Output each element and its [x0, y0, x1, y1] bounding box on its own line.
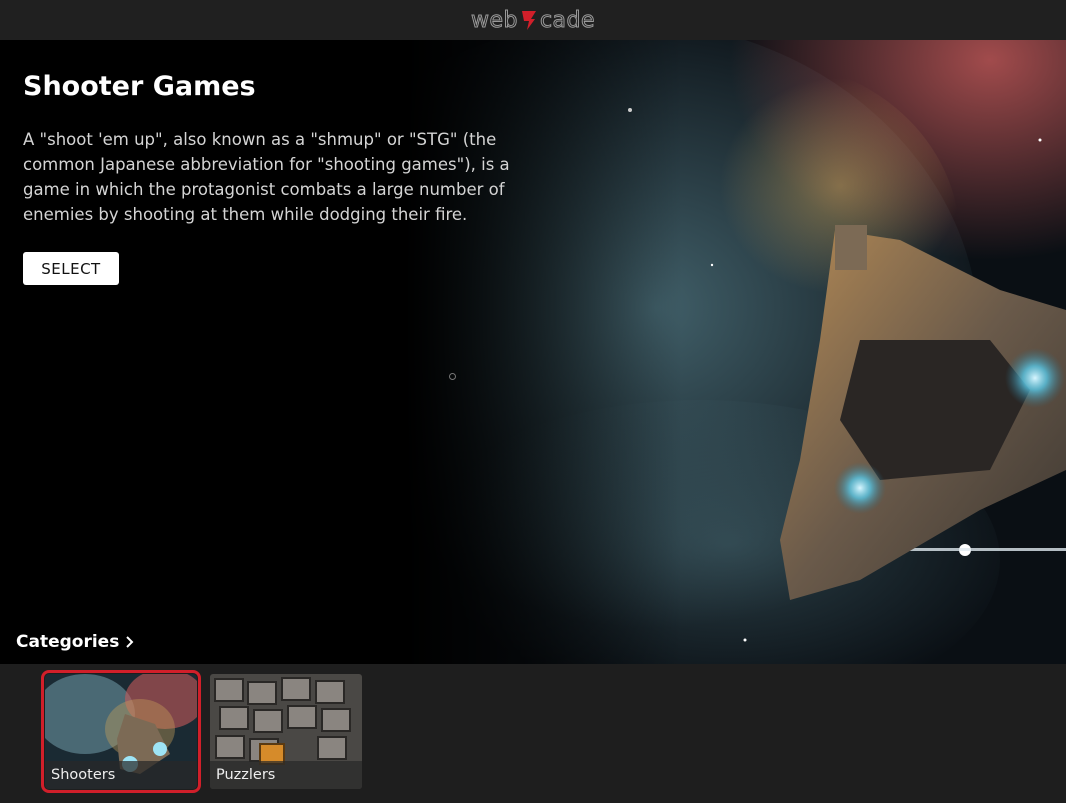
webcade-logo: web cade: [470, 7, 596, 33]
select-button[interactable]: SELECT: [23, 252, 119, 285]
top-bar: web cade: [0, 0, 1066, 40]
hero-description: A "shoot 'em up", also known as a "shmup…: [23, 130, 510, 224]
logo-mark-icon: [521, 11, 536, 30]
hero-banner: Shooter Games A "shoot 'em up", also kno…: [0, 40, 1066, 664]
categories-header-label: Categories: [16, 632, 120, 652]
hero-title: Shooter Games: [23, 71, 256, 102]
category-tile-puzzlers[interactable]: Puzzlers: [210, 674, 362, 789]
chevron-right-icon: [126, 636, 134, 648]
category-tile-shooters[interactable]: Shooters: [41, 670, 201, 793]
focus-indicator: [449, 373, 456, 380]
category-tile-label: Shooters: [45, 761, 197, 789]
category-tile-label: Puzzlers: [210, 761, 362, 789]
categories-header[interactable]: Categories: [16, 632, 135, 652]
category-tray: Shooters Puzzlers: [0, 664, 1066, 803]
